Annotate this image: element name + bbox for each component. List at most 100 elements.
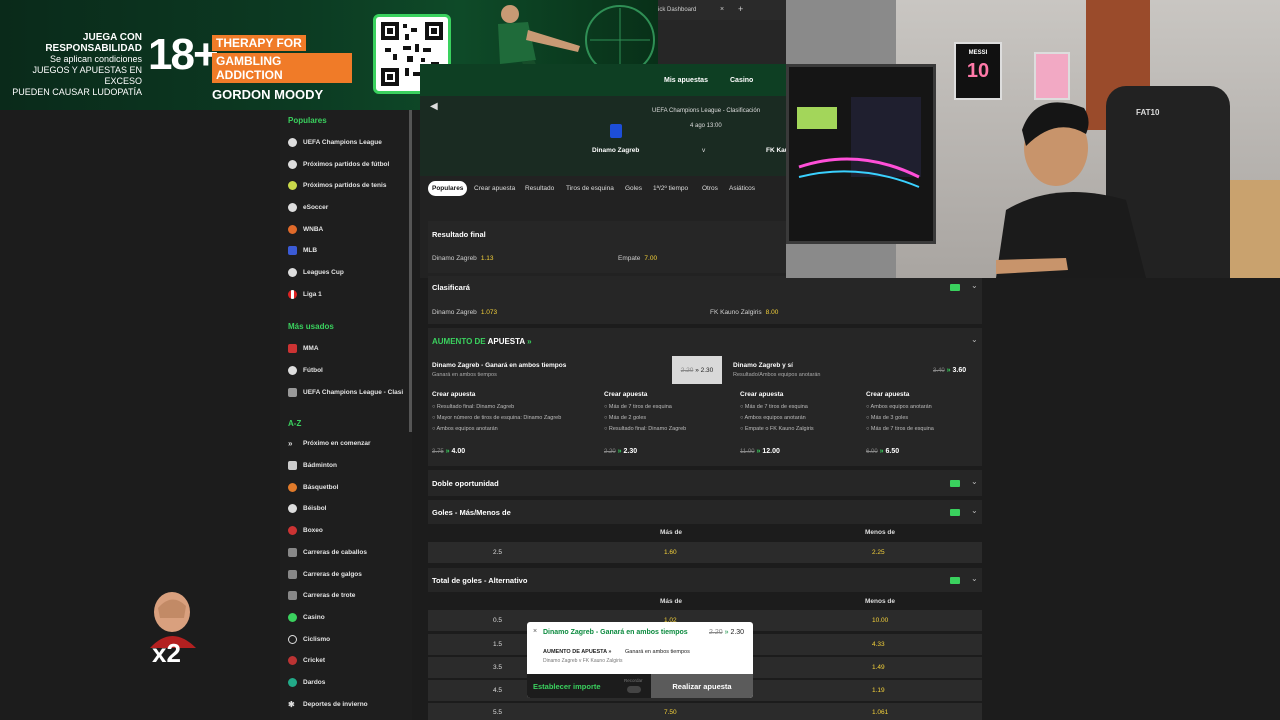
chevron-down-icon[interactable]: ⌄ — [971, 477, 978, 486]
poster-name: MESSI — [968, 50, 988, 56]
browser-tab[interactable]: ick Dashboard × + — [658, 0, 786, 20]
sidebar-item-trote[interactable]: Carreras de trote — [288, 588, 406, 602]
sidebar-item-dardos[interactable]: Dardos — [288, 675, 406, 689]
close-icon[interactable]: × — [533, 628, 537, 635]
tab-tiros-esquina[interactable]: Tiros de esquina — [562, 181, 618, 196]
sidebar-item-mma[interactable]: MMA — [288, 341, 406, 355]
sidebar-item-cricket[interactable]: Cricket — [288, 653, 406, 667]
bet-builder-1-odds[interactable]: 3.75 » 4.00 — [432, 448, 465, 455]
bet-builder-4-odds[interactable]: 6.00 » 6.50 — [866, 448, 899, 455]
new-odds: 2.30 — [730, 629, 745, 636]
boost-card-2-sub: Resultado/Ambos equipos anotarán — [733, 372, 821, 378]
sidebar-item-tenis-proximos[interactable]: Próximos partidos de tenis — [288, 178, 406, 192]
odds-home-qualify[interactable]: Dinamo Zagreb 1.073 — [432, 309, 497, 316]
peru-flag-icon — [288, 289, 297, 299]
under-odds[interactable]: 4.33 — [872, 641, 885, 648]
sidebar-item-wnba[interactable]: WNBA — [288, 222, 406, 236]
horse-icon — [288, 547, 297, 557]
odds-away-qualify[interactable]: FK Kauno Zalgiris 8.00 — [710, 309, 778, 316]
nav-casino[interactable]: Casino — [730, 77, 753, 84]
sidebar-item-proximo[interactable]: » Próximo en comenzar — [288, 436, 406, 450]
sidebar-item-ucl-clasif[interactable]: UEFA Champions League - Clasi — [288, 385, 406, 399]
place-bet-button[interactable]: Realizar apuesta — [651, 674, 753, 698]
remember-toggle[interactable] — [627, 686, 641, 693]
chevron-down-icon[interactable]: ⌄ — [971, 506, 978, 515]
tab-tiempos[interactable]: 1ª/2º tiempo — [649, 181, 692, 196]
tab-asiaticos[interactable]: Asiáticos — [725, 181, 759, 196]
over-odds[interactable]: 7.50 — [664, 709, 677, 716]
sidebar-item-futbol-proximos[interactable]: Próximos partidos de fútbol — [288, 157, 406, 171]
back-arrow-icon[interactable]: ◀ — [430, 101, 438, 112]
sidebar-item-label: Próximos partidos de fútbol — [303, 160, 390, 168]
tab-crear-apuesta[interactable]: Crear apuesta — [470, 181, 519, 196]
sidebar-item-mlb[interactable]: MLB — [288, 243, 406, 257]
under-odds[interactable]: 10.00 — [872, 617, 888, 624]
betslip-selection: Dinamo Zagreb - Ganará en ambos tiempos — [543, 629, 688, 636]
facepalm-emote: x2 — [136, 588, 206, 672]
sidebar-item-ciclismo[interactable]: Ciclismo — [288, 632, 406, 646]
double-chevron-icon: » — [756, 448, 761, 455]
chevron-down-icon[interactable]: ⌄ — [971, 281, 978, 290]
bet-builder-3-odds[interactable]: 11.00 » 12.00 — [740, 448, 780, 455]
under-odds[interactable]: 2.25 — [872, 549, 885, 556]
sidebar-item-beisbol[interactable]: Béisbol — [288, 501, 406, 515]
odds-draw[interactable]: Empate 7.00 — [618, 255, 657, 262]
under-odds[interactable]: 1.49 — [872, 664, 885, 671]
odds-home[interactable]: Dinamo Zagreb 1.13 — [432, 255, 493, 262]
tab-goles[interactable]: Goles — [621, 181, 646, 196]
sidebar-item-futbol[interactable]: Fútbol — [288, 363, 406, 377]
age-badge: 18+ — [148, 30, 219, 79]
streamer-image — [996, 90, 1146, 278]
market-total-goles: Total de goles - Alternativo ⌄ — [428, 568, 982, 592]
responsible-gambling-text: JUEGA CON RESPONSABILIDAD Se aplican con… — [0, 32, 142, 98]
sidebar-item-leagues-cup[interactable]: Leagues Cup — [288, 265, 406, 279]
odds-value: 1.073 — [480, 309, 498, 316]
tab-resultado[interactable]: Resultado — [521, 181, 558, 196]
old-odds: 11.00 — [740, 449, 755, 455]
sidebar-scrollbar[interactable] — [409, 110, 412, 432]
cashout-icon — [950, 480, 960, 487]
sidebar-item-basquetbol[interactable]: Básquetbol — [288, 480, 406, 494]
market-doble-oportunidad[interactable]: Doble oportunidad ⌄ — [428, 470, 982, 496]
over-odds[interactable]: 1.60 — [664, 549, 677, 556]
therapy-logo: THERAPY FOR GAMBLING ADDICTION GORDON MO… — [212, 34, 352, 102]
new-odds: 2.30 — [700, 366, 714, 374]
boost-card-1-odds[interactable]: 2.20 » 2.30 — [672, 356, 722, 384]
chevron-down-icon[interactable]: ⌄ — [971, 574, 978, 583]
sidebar-item-casino[interactable]: Casino — [288, 610, 406, 624]
sidebar-item-boxeo[interactable]: Boxeo — [288, 523, 406, 537]
sidebar-item-label: Carreras de trote — [303, 591, 356, 599]
new-tab-icon[interactable]: + — [738, 4, 743, 14]
basketball-icon — [288, 482, 297, 492]
under-odds[interactable]: 1.19 — [872, 687, 885, 694]
cashout-icon — [950, 509, 960, 516]
sidebar-item-ucl[interactable]: UEFA Champions League — [288, 135, 406, 149]
remember-label: Recordar — [624, 678, 643, 683]
forward-icon: » — [288, 438, 293, 448]
snowflake-icon: ✱ — [288, 699, 295, 709]
greyhound-icon — [288, 569, 297, 579]
under-odds[interactable]: 1.061 — [872, 709, 888, 716]
tab-populares[interactable]: Populares — [428, 181, 468, 196]
sidebar-item-caballos[interactable]: Carreras de caballos — [288, 545, 406, 559]
resp-title: JUEGA CON RESPONSABILIDAD — [45, 32, 142, 54]
sidebar-item-liga1[interactable]: Liga 1 — [288, 287, 406, 301]
boost-card-2-title: Dinamo Zagreb y sí — [733, 362, 793, 369]
old-odds: 3.40 — [933, 368, 945, 374]
stream-screen: JUEGA CON RESPONSABILIDAD Se aplican con… — [0, 0, 1280, 720]
selection-label: Dinamo Zagreb — [432, 309, 477, 316]
tab-otros[interactable]: Otros — [698, 181, 722, 196]
popular-title: Populares — [288, 116, 327, 125]
sidebar-item-invierno[interactable]: ✱ Deportes de invierno — [288, 697, 406, 711]
boost-card-2-odds[interactable]: 3.40 » 3.60 — [933, 367, 966, 374]
sidebar-item-esoccer[interactable]: eSoccer — [288, 200, 406, 214]
sidebar-item-galgos[interactable]: Carreras de galgos — [288, 567, 406, 581]
market-title: Clasificará — [432, 283, 470, 292]
bet-builder-2-odds[interactable]: 2.20 » 2.30 — [604, 448, 637, 455]
nav-mis-apuestas[interactable]: Mis apuestas — [664, 77, 708, 84]
bet-builder-4-leg-3: ○ Más de 7 tiros de esquina — [866, 426, 934, 432]
close-tab-icon[interactable]: × — [720, 6, 724, 13]
sidebar-item-badminton[interactable]: Bádminton — [288, 458, 406, 472]
boost-title: AUMENTO DE APUESTA » — [432, 337, 532, 346]
chevron-down-icon[interactable]: ⌄ — [971, 335, 978, 344]
